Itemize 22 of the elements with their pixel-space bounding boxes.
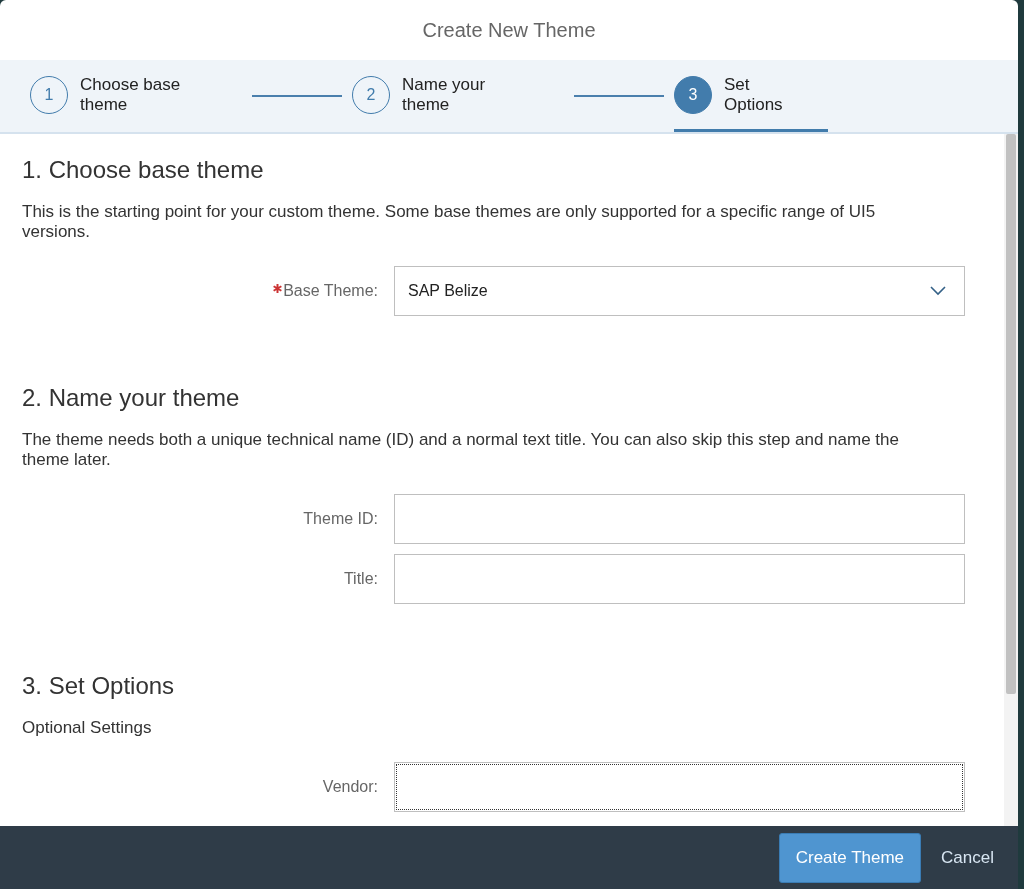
wizard-step[interactable]: 2 Name your theme [352, 60, 572, 132]
wizard-step[interactable]: 1 Choose base theme [30, 60, 250, 132]
wizard-step[interactable]: 3 Set Options [674, 60, 828, 132]
field-label: Title: [343, 570, 378, 588]
section-description: Optional Settings [22, 718, 153, 738]
text-input-field[interactable] [394, 494, 965, 544]
cancel-button[interactable]: Cancel [931, 847, 1004, 868]
dialog-title: Create New Theme [422, 18, 596, 42]
field-label: Theme ID: [303, 510, 378, 528]
field-label: Vendor: [322, 778, 378, 796]
section-description: This is the starting point for your custom theme. Some base themes are only supported for a specific range of UI5 versions. [22, 202, 877, 242]
section-heading: 2. Name your theme [22, 384, 241, 412]
base-theme-dropdown[interactable]: SAP Belize [394, 266, 965, 316]
section-heading: 1. Choose base theme [22, 156, 265, 184]
section-description: The theme needs both a unique technical name (ID) and a normal text title. You can also skip this step and name the theme later. [22, 430, 900, 470]
required-asterisk-icon [273, 284, 283, 293]
text-input-field[interactable] [394, 762, 965, 812]
scrollbar[interactable] [1004, 134, 1018, 826]
text-input-field[interactable] [394, 554, 965, 604]
chevron-down-icon [930, 286, 946, 296]
section-heading: 3. Set Options [22, 672, 176, 700]
field-label: Base Theme: [283, 282, 378, 300]
